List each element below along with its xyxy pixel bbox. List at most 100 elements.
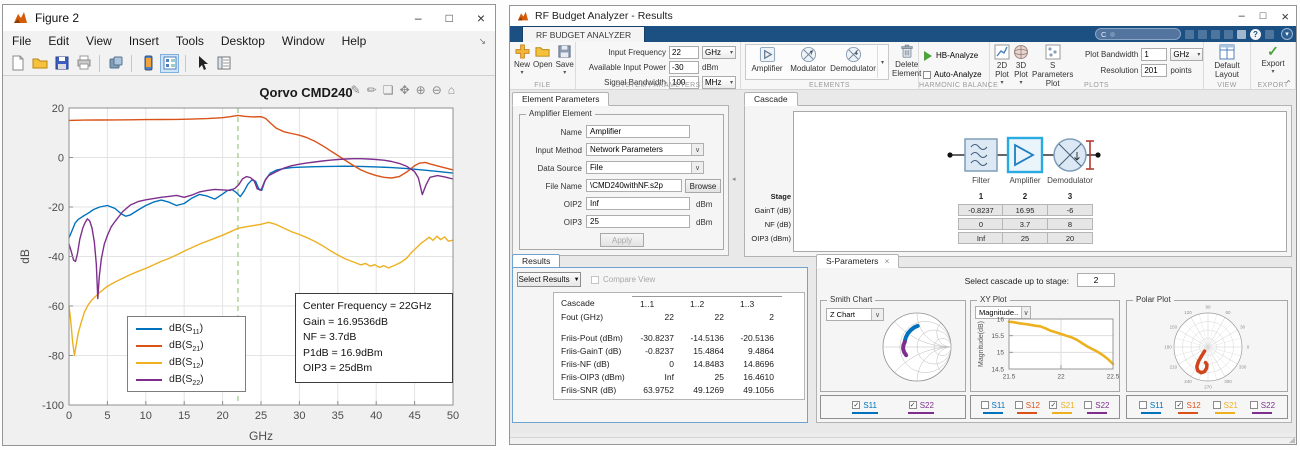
tab-element-parameters[interactable]: Element Parameters <box>512 92 609 106</box>
plot-bandwidth-field[interactable] <box>1141 48 1167 61</box>
print-figure-icon[interactable] <box>74 54 93 73</box>
oip3-cell[interactable]: 20 <box>1047 232 1093 244</box>
polar-s12-toggle[interactable]: S12 <box>1175 401 1200 414</box>
demodulator-block[interactable] <box>1054 139 1086 171</box>
auto-analyze-box[interactable] <box>923 71 931 79</box>
mobile-view-icon[interactable] <box>138 54 157 73</box>
input-frequency-field[interactable] <box>669 46 699 59</box>
qa-ghost-icon[interactable] <box>1198 30 1207 39</box>
zoom-in-icon[interactable]: ⊕ <box>416 83 426 97</box>
nf-cell[interactable]: 3.7 <box>1002 218 1048 230</box>
edit-plot-icon[interactable]: ✎ <box>351 83 361 97</box>
name-field[interactable] <box>586 125 690 138</box>
help-icon[interactable]: ? <box>1250 29 1261 40</box>
open-file-icon[interactable] <box>30 54 49 73</box>
maximize-icon[interactable]: □ <box>446 12 453 24</box>
hb-analyze-button[interactable]: HB-Analyze <box>923 49 982 62</box>
new-button[interactable]: New▾ <box>514 44 530 76</box>
minimize-icon[interactable]: – <box>415 12 422 24</box>
open-button[interactable]: Open <box>533 44 553 69</box>
close-icon[interactable]: × <box>1281 10 1289 23</box>
new-figure-icon[interactable] <box>8 54 27 73</box>
zoom-out-icon[interactable]: ⊖ <box>432 83 442 97</box>
xy-s21-toggle[interactable]: S21 <box>1049 401 1074 414</box>
brush-data-icon[interactable]: ✏ <box>367 83 377 97</box>
tab-cascade[interactable]: Cascade <box>744 92 798 106</box>
close-tab-icon[interactable]: × <box>884 256 889 266</box>
browse-button[interactable]: Browse <box>685 179 721 193</box>
polar-plot-chart[interactable]: 0306090120150180210240270300330 <box>1129 304 1287 390</box>
input-frequency-unit-select[interactable]: GHz▾ <box>702 46 736 59</box>
toolstrip-options-icon[interactable]: ▾ <box>1281 28 1293 40</box>
minimize-icon[interactable]: – <box>1239 11 1245 22</box>
panel-splitter-icon[interactable]: ◂ <box>732 175 736 183</box>
menu-view[interactable]: View <box>86 34 112 48</box>
menu-tools[interactable]: Tools <box>176 34 204 48</box>
plot-bandwidth-unit-select[interactable]: GHz▾ <box>1170 48 1203 61</box>
apply-button[interactable]: Apply <box>600 233 644 247</box>
oip3-cell[interactable]: 25 <box>1002 232 1048 244</box>
chart-legend[interactable]: dB(S11) dB(S21) dB(S12) dB(S22) <box>127 316 246 392</box>
property-inspector-icon[interactable] <box>214 54 233 73</box>
export-button[interactable]: ✓ Export▾ <box>1255 44 1291 75</box>
qa-ghost-icon[interactable] <box>1211 30 1220 39</box>
tab-s-parameters[interactable]: S-Parameters× <box>816 254 899 268</box>
xy-s11-toggle[interactable]: S11 <box>981 401 1006 414</box>
polar-s21-toggle[interactable]: S21 <box>1213 401 1238 414</box>
filter-block[interactable] <box>965 139 997 171</box>
print-icon[interactable] <box>1237 30 1246 39</box>
link-plot-icon[interactable] <box>106 54 125 73</box>
smith-s11-toggle[interactable]: S11 <box>852 401 878 414</box>
default-layout-button[interactable]: Default Layout <box>1208 44 1246 79</box>
results-table[interactable]: Cascade 1..1 1..2 1..3 Fout (GHz) 22 22 … <box>553 292 805 400</box>
file-name-field[interactable] <box>586 179 682 192</box>
xy-s12-toggle[interactable]: S12 <box>1015 401 1040 414</box>
xy-s22-toggle[interactable]: S22 <box>1084 401 1109 414</box>
dock-figure-icon[interactable]: ↘ <box>478 36 486 47</box>
menu-desktop[interactable]: Desktop <box>221 34 265 48</box>
close-icon[interactable]: × <box>477 11 485 25</box>
tab-rf-budget-analyzer[interactable]: RF BUDGET ANALYZER <box>522 26 645 42</box>
xy-plot-chart[interactable]: 21.52222.514.51515.516Magnitude(dB) <box>973 317 1119 389</box>
gain-cell[interactable]: 16.95 <box>1002 204 1048 216</box>
gain-cell[interactable]: -0.8237 <box>958 204 1004 216</box>
modulator-button[interactable]: Modulator <box>787 46 829 78</box>
oip3-cell[interactable]: Inf <box>958 232 1004 244</box>
restore-view-icon[interactable]: ⌂ <box>448 83 455 97</box>
menu-file[interactable]: File <box>12 34 31 48</box>
menu-window[interactable]: Window <box>282 34 325 48</box>
amplifier-button[interactable]: Amplifier <box>747 46 787 78</box>
auto-analyze-checkbox[interactable]: Auto-Analyze <box>923 68 982 81</box>
annotation-box[interactable]: Center Frequency = 22GHz Gain = 16.9536d… <box>295 293 453 383</box>
amplifier-block-selected[interactable] <box>1008 138 1042 172</box>
datatip-icon[interactable]: ❏ <box>383 83 394 97</box>
input-method-select[interactable]: Network Parameters∨ <box>586 143 704 156</box>
tab-results[interactable]: Results <box>512 254 560 268</box>
delete-element-button[interactable]: Delete Element <box>892 44 921 78</box>
smith-chart-plot[interactable] <box>865 307 965 389</box>
pointer-tool-icon[interactable] <box>192 54 211 73</box>
2d-plot-button[interactable]: 2D Plot▾ <box>994 44 1010 86</box>
search-documentation-input[interactable]: C <box>1095 28 1181 40</box>
element-gallery-dropdown-icon[interactable]: ▾ <box>877 46 887 78</box>
oip2-field[interactable] <box>586 197 690 210</box>
nf-cell[interactable]: 0 <box>958 218 1004 230</box>
layout-panel-icon[interactable] <box>160 54 179 73</box>
resize-grip[interactable] <box>1289 437 1295 443</box>
resolution-field[interactable] <box>1141 64 1167 77</box>
demodulator-button[interactable]: Demodulator <box>829 46 877 78</box>
polar-s22-toggle[interactable]: S22 <box>1250 401 1275 414</box>
collapse-ribbon-icon[interactable]: ⌃ <box>1285 79 1292 88</box>
select-results-button[interactable]: Select Results▼ <box>517 272 581 287</box>
menu-insert[interactable]: Insert <box>129 34 159 48</box>
nf-cell[interactable]: 8 <box>1047 218 1093 230</box>
data-source-select[interactable]: File∨ <box>586 161 704 174</box>
menu-edit[interactable]: Edit <box>48 34 69 48</box>
qa-ghost-icon[interactable] <box>1224 30 1233 39</box>
cascade-stage-field[interactable] <box>1077 273 1115 287</box>
pan-icon[interactable]: ✥ <box>400 83 410 97</box>
menu-help[interactable]: Help <box>342 34 367 48</box>
save-figure-icon[interactable] <box>52 54 71 73</box>
qa-ghost-icon[interactable] <box>1185 30 1194 39</box>
polar-s11-toggle[interactable]: S11 <box>1139 401 1164 414</box>
